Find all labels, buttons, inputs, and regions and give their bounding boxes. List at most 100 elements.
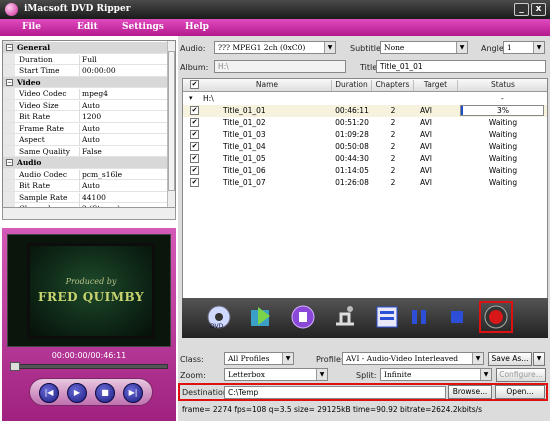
col-chapters[interactable]: Chapters — [372, 80, 414, 91]
table-row[interactable]: ✔ Title_01_05 00:44:30 2 AVI Waiting — [183, 153, 547, 165]
pause-icon[interactable] — [406, 304, 432, 330]
row-checkbox[interactable]: ✔ — [190, 118, 199, 127]
save-as-dropdown[interactable]: ▼ — [533, 352, 545, 366]
property-value[interactable]: Full — [79, 54, 97, 66]
col-status[interactable]: Status — [458, 80, 547, 91]
configure-button[interactable]: Configure... — [496, 368, 546, 382]
effect-icon[interactable] — [374, 304, 400, 330]
minimize-button[interactable]: _ — [514, 3, 529, 16]
zoom-select-value: Letterbox — [228, 370, 266, 379]
table-row-root[interactable]: ▾ H:\ - — [183, 93, 547, 105]
angle-select[interactable]: 1 ▼ — [503, 41, 545, 54]
properties-scroll-thumb[interactable] — [168, 51, 175, 191]
property-row[interactable]: Start Time 00:00:00 — [3, 65, 167, 77]
chevron-down-icon[interactable]: ▼ — [480, 369, 491, 380]
profile-label: Profile: — [316, 355, 344, 364]
title-target: AVI — [420, 154, 432, 163]
property-value[interactable]: 00:00:00 — [79, 66, 116, 77]
property-value[interactable]: Auto — [79, 181, 100, 192]
record-icon[interactable] — [483, 304, 509, 330]
property-row[interactable]: Bit Rate 1200 — [3, 111, 167, 123]
property-value[interactable]: Auto — [79, 100, 100, 112]
album-field[interactable]: H:\ — [214, 60, 346, 73]
seek-bar[interactable] — [10, 364, 168, 369]
destination-field[interactable]: C:\Temp — [224, 386, 446, 399]
zoom-select[interactable]: Letterbox ▼ — [224, 368, 328, 381]
profile-select[interactable]: AVI - Audio-Video Interleaved ▼ — [342, 352, 484, 365]
property-value[interactable]: Auto — [79, 135, 100, 146]
property-value[interactable]: 44100 — [79, 192, 106, 204]
browse-button[interactable]: Browse... — [448, 385, 492, 399]
previous-icon[interactable]: |◀ — [39, 383, 59, 403]
chevron-down-icon[interactable]: ▼ — [282, 353, 293, 364]
row-checkbox[interactable]: ✔ — [190, 106, 199, 115]
collapse-icon[interactable]: ▾ — [189, 94, 193, 102]
collapse-toggle-icon[interactable]: − — [6, 78, 13, 86]
table-row[interactable]: ✔ Title_01_03 01:09:28 2 AVI Waiting — [183, 129, 547, 141]
load-folder-icon[interactable] — [248, 304, 274, 330]
col-duration[interactable]: Duration — [332, 80, 372, 91]
property-key: Bit Rate — [19, 112, 51, 121]
table-row[interactable]: ✔ Title_01_02 00:51:20 2 AVI Waiting — [183, 117, 547, 129]
property-row[interactable]: Video Codec mpeg4 — [3, 88, 167, 100]
property-row[interactable]: Bit Rate Auto — [3, 180, 167, 192]
chevron-down-icon[interactable]: ▼ — [324, 42, 335, 53]
col-target[interactable]: Target — [414, 80, 458, 91]
subtitle-select[interactable]: None ▼ — [380, 41, 468, 54]
property-row[interactable]: Aspect Auto — [3, 134, 167, 146]
seek-handle[interactable] — [10, 362, 20, 371]
trim-icon[interactable] — [332, 304, 358, 330]
save-as-button[interactable]: Save As... — [488, 352, 532, 366]
properties-hscrollbar[interactable] — [2, 207, 176, 220]
collapse-toggle-icon[interactable]: − — [6, 159, 13, 166]
chevron-down-icon[interactable]: ▼ — [472, 353, 483, 364]
play-icon[interactable]: ▶ — [67, 383, 87, 403]
property-section-header[interactable]: − Audio — [3, 157, 167, 169]
row-checkbox[interactable]: ✔ — [190, 142, 199, 151]
load-dvd-icon[interactable]: DVD — [206, 304, 232, 330]
next-icon[interactable]: ▶| — [123, 383, 143, 403]
split-select[interactable]: Infinite ▼ — [380, 368, 492, 381]
property-row[interactable]: Sample Rate 44100 — [3, 192, 167, 204]
property-row[interactable]: Duration Full — [3, 54, 167, 66]
property-value[interactable]: pcm_s16le — [79, 169, 122, 181]
row-checkbox[interactable]: ✔ — [190, 178, 199, 187]
row-checkbox[interactable]: ✔ — [190, 130, 199, 139]
property-row[interactable]: Video Size Auto — [3, 100, 167, 112]
col-name[interactable]: Name — [203, 80, 332, 91]
property-value[interactable]: 1200 — [79, 112, 101, 123]
open-button[interactable]: Open... — [495, 385, 545, 399]
table-row[interactable]: ✔ Title_01_06 01:14:05 2 AVI Waiting — [183, 165, 547, 177]
menu-settings[interactable]: Settings — [122, 22, 164, 32]
chevron-down-icon[interactable]: ▼ — [316, 369, 327, 380]
table-row[interactable]: ✔ Title_01_01 00:46:11 2 AVI 3% — [183, 105, 547, 117]
select-all-checkbox[interactable]: ✔ — [190, 80, 199, 89]
property-section-header[interactable]: − Video — [3, 76, 167, 88]
chevron-down-icon[interactable]: ▼ — [533, 42, 544, 53]
class-select[interactable]: All Profiles ▼ — [224, 352, 294, 365]
property-row[interactable]: Same Quality False — [3, 146, 167, 158]
stop-icon[interactable]: ■ — [95, 383, 115, 403]
table-row[interactable]: ✔ Title_01_04 00:50:08 2 AVI Waiting — [183, 141, 547, 153]
title-field[interactable]: Title_01_01 — [376, 60, 546, 73]
table-row[interactable]: ✔ Title_01_07 01:26:08 2 AVI Waiting — [183, 177, 547, 189]
title-table[interactable]: ✔ Name Duration Chapters Target Status ▾… — [182, 78, 548, 332]
property-section-header[interactable]: − General — [3, 42, 167, 54]
load-iso-icon[interactable] — [290, 304, 316, 330]
menu-file[interactable]: File — [22, 22, 41, 32]
collapse-toggle-icon[interactable]: − — [6, 44, 13, 51]
chevron-down-icon[interactable]: ▼ — [456, 42, 467, 53]
property-row[interactable]: Audio Codec pcm_s16le — [3, 169, 167, 181]
properties-panel[interactable]: − General Duration Full Start Time 00:00:00− V… — [2, 40, 176, 220]
menu-edit[interactable]: Edit — [77, 22, 98, 32]
property-value[interactable]: Auto — [79, 123, 100, 135]
property-value[interactable]: mpeg4 — [79, 89, 108, 100]
row-checkbox[interactable]: ✔ — [190, 166, 199, 175]
menu-help[interactable]: Help — [185, 22, 209, 32]
property-row[interactable]: Frame Rate Auto — [3, 123, 167, 135]
close-button[interactable]: x — [531, 3, 546, 16]
audio-select[interactable]: ??? MPEG1 2ch (0xC0) ▼ — [214, 41, 336, 54]
stop-conversion-icon[interactable] — [444, 304, 470, 330]
property-value[interactable]: False — [79, 146, 102, 158]
row-checkbox[interactable]: ✔ — [190, 154, 199, 163]
